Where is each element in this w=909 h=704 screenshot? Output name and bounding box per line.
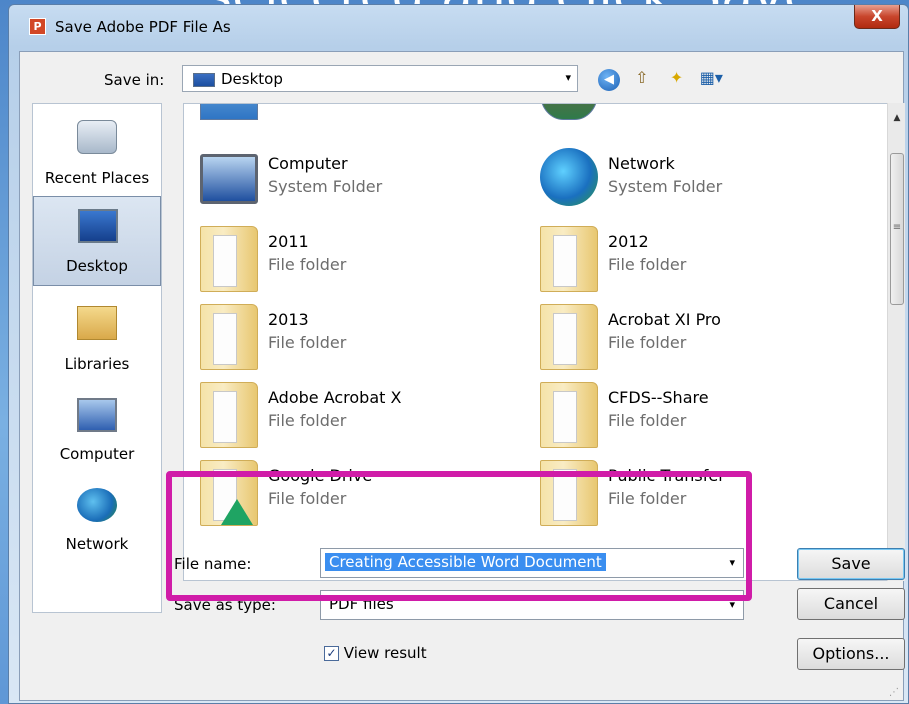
file-type: File folder — [608, 333, 687, 352]
file-type: File folder — [608, 255, 687, 274]
list-item[interactable]: Network System Folder — [530, 146, 830, 222]
file-type: System Folder — [608, 177, 723, 196]
libraries-icon — [77, 306, 117, 340]
highlight-annotation — [166, 471, 752, 601]
folder-icon — [200, 226, 258, 292]
file-name: Acrobat XI Pro — [608, 310, 721, 329]
list-item[interactable]: 2011 File folder — [190, 224, 490, 300]
folder-icon — [200, 304, 258, 370]
list-item[interactable]: 2013 File folder — [190, 302, 490, 378]
place-label: Network — [65, 535, 129, 553]
save-in-value: Desktop — [221, 70, 283, 88]
file-name: 2011 — [268, 232, 309, 251]
view-result-checkbox[interactable]: ✓ — [324, 646, 339, 661]
list-item[interactable]: Adobe Acrobat X File folder — [190, 380, 490, 456]
cancel-button[interactable]: Cancel — [797, 588, 905, 620]
vertical-scrollbar[interactable]: ▲ ≡ ▼ — [887, 103, 905, 581]
views-menu-icon[interactable]: ▦▾ — [698, 65, 724, 91]
place-network[interactable]: Network — [33, 476, 161, 566]
dialog-client-area: Save in: Desktop ▾ ◀ ⇧ ✦ ▦▾ Recent Place… — [19, 51, 905, 701]
list-item[interactable]: Acrobat XI Pro File folder — [530, 302, 830, 378]
nav-toolbar: ◀ ⇧ ✦ ▦▾ — [598, 65, 728, 91]
view-result-label: View result — [343, 644, 427, 662]
file-name: Adobe Acrobat X — [268, 388, 402, 407]
file-type: File folder — [268, 411, 347, 430]
up-folder-icon[interactable]: ⇧ — [629, 65, 655, 91]
system-folder-icon — [200, 104, 258, 120]
scroll-thumb[interactable]: ≡ — [890, 153, 904, 305]
folder-icon — [540, 226, 598, 292]
computer-icon — [200, 154, 258, 204]
folder-icon — [540, 304, 598, 370]
chevron-down-icon: ▾ — [565, 71, 571, 84]
back-arrow-icon[interactable]: ◀ — [598, 69, 620, 91]
place-label: Desktop — [66, 257, 128, 275]
resize-grip-icon[interactable]: ⋰ — [889, 687, 899, 698]
computer-icon — [77, 398, 117, 432]
options-button[interactable]: Options... — [797, 638, 905, 670]
list-item[interactable]: CFDS--Share File folder — [530, 380, 830, 456]
list-item[interactable]: Computer System Folder — [190, 146, 490, 222]
file-type: File folder — [268, 333, 347, 352]
user-folder-icon — [540, 104, 598, 120]
folder-icon — [200, 382, 258, 448]
place-label: Libraries — [64, 355, 130, 373]
file-type: System Folder — [268, 177, 383, 196]
recent-places-icon — [77, 120, 117, 154]
save-dialog: P Save Adobe PDF File As X Save in: Desk… — [8, 4, 909, 704]
network-icon — [77, 488, 117, 522]
file-name: Computer — [268, 154, 348, 173]
new-folder-icon[interactable]: ✦ — [664, 65, 690, 91]
list-item[interactable]: System Folder — [190, 104, 490, 128]
view-result-option[interactable]: ✓ View result — [324, 644, 427, 662]
place-recent-places[interactable]: Recent Places — [33, 106, 161, 196]
file-type: File folder — [608, 411, 687, 430]
folder-icon — [540, 382, 598, 448]
file-name: 2013 — [268, 310, 309, 329]
scroll-up-arrow-icon[interactable]: ▲ — [888, 109, 906, 127]
save-in-dropdown[interactable]: Desktop ▾ — [182, 65, 578, 92]
close-button[interactable]: X — [854, 5, 900, 29]
save-in-label: Save in: — [104, 71, 165, 89]
list-item[interactable]: 2012 File folder — [530, 224, 830, 300]
places-bar: Recent Places Desktop Libraries Computer… — [32, 103, 162, 613]
place-desktop[interactable]: Desktop — [33, 196, 161, 286]
place-libraries[interactable]: Libraries — [33, 296, 161, 386]
save-button[interactable]: Save — [797, 548, 905, 580]
desktop-icon — [193, 73, 215, 87]
file-type: File folder — [268, 255, 347, 274]
desktop-icon — [78, 209, 118, 243]
place-label: Recent Places — [44, 169, 150, 187]
dialog-title: Save Adobe PDF File As — [55, 18, 231, 36]
file-name: Network — [608, 154, 675, 173]
place-label: Computer — [59, 445, 135, 463]
network-icon — [540, 148, 598, 206]
place-computer[interactable]: Computer — [33, 386, 161, 476]
powerpoint-app-icon: P — [29, 18, 46, 35]
title-bar[interactable]: P Save Adobe PDF File As X — [9, 5, 908, 41]
list-item[interactable]: System Folder — [530, 104, 830, 128]
file-name: CFDS--Share — [608, 388, 709, 407]
file-name: 2012 — [608, 232, 649, 251]
